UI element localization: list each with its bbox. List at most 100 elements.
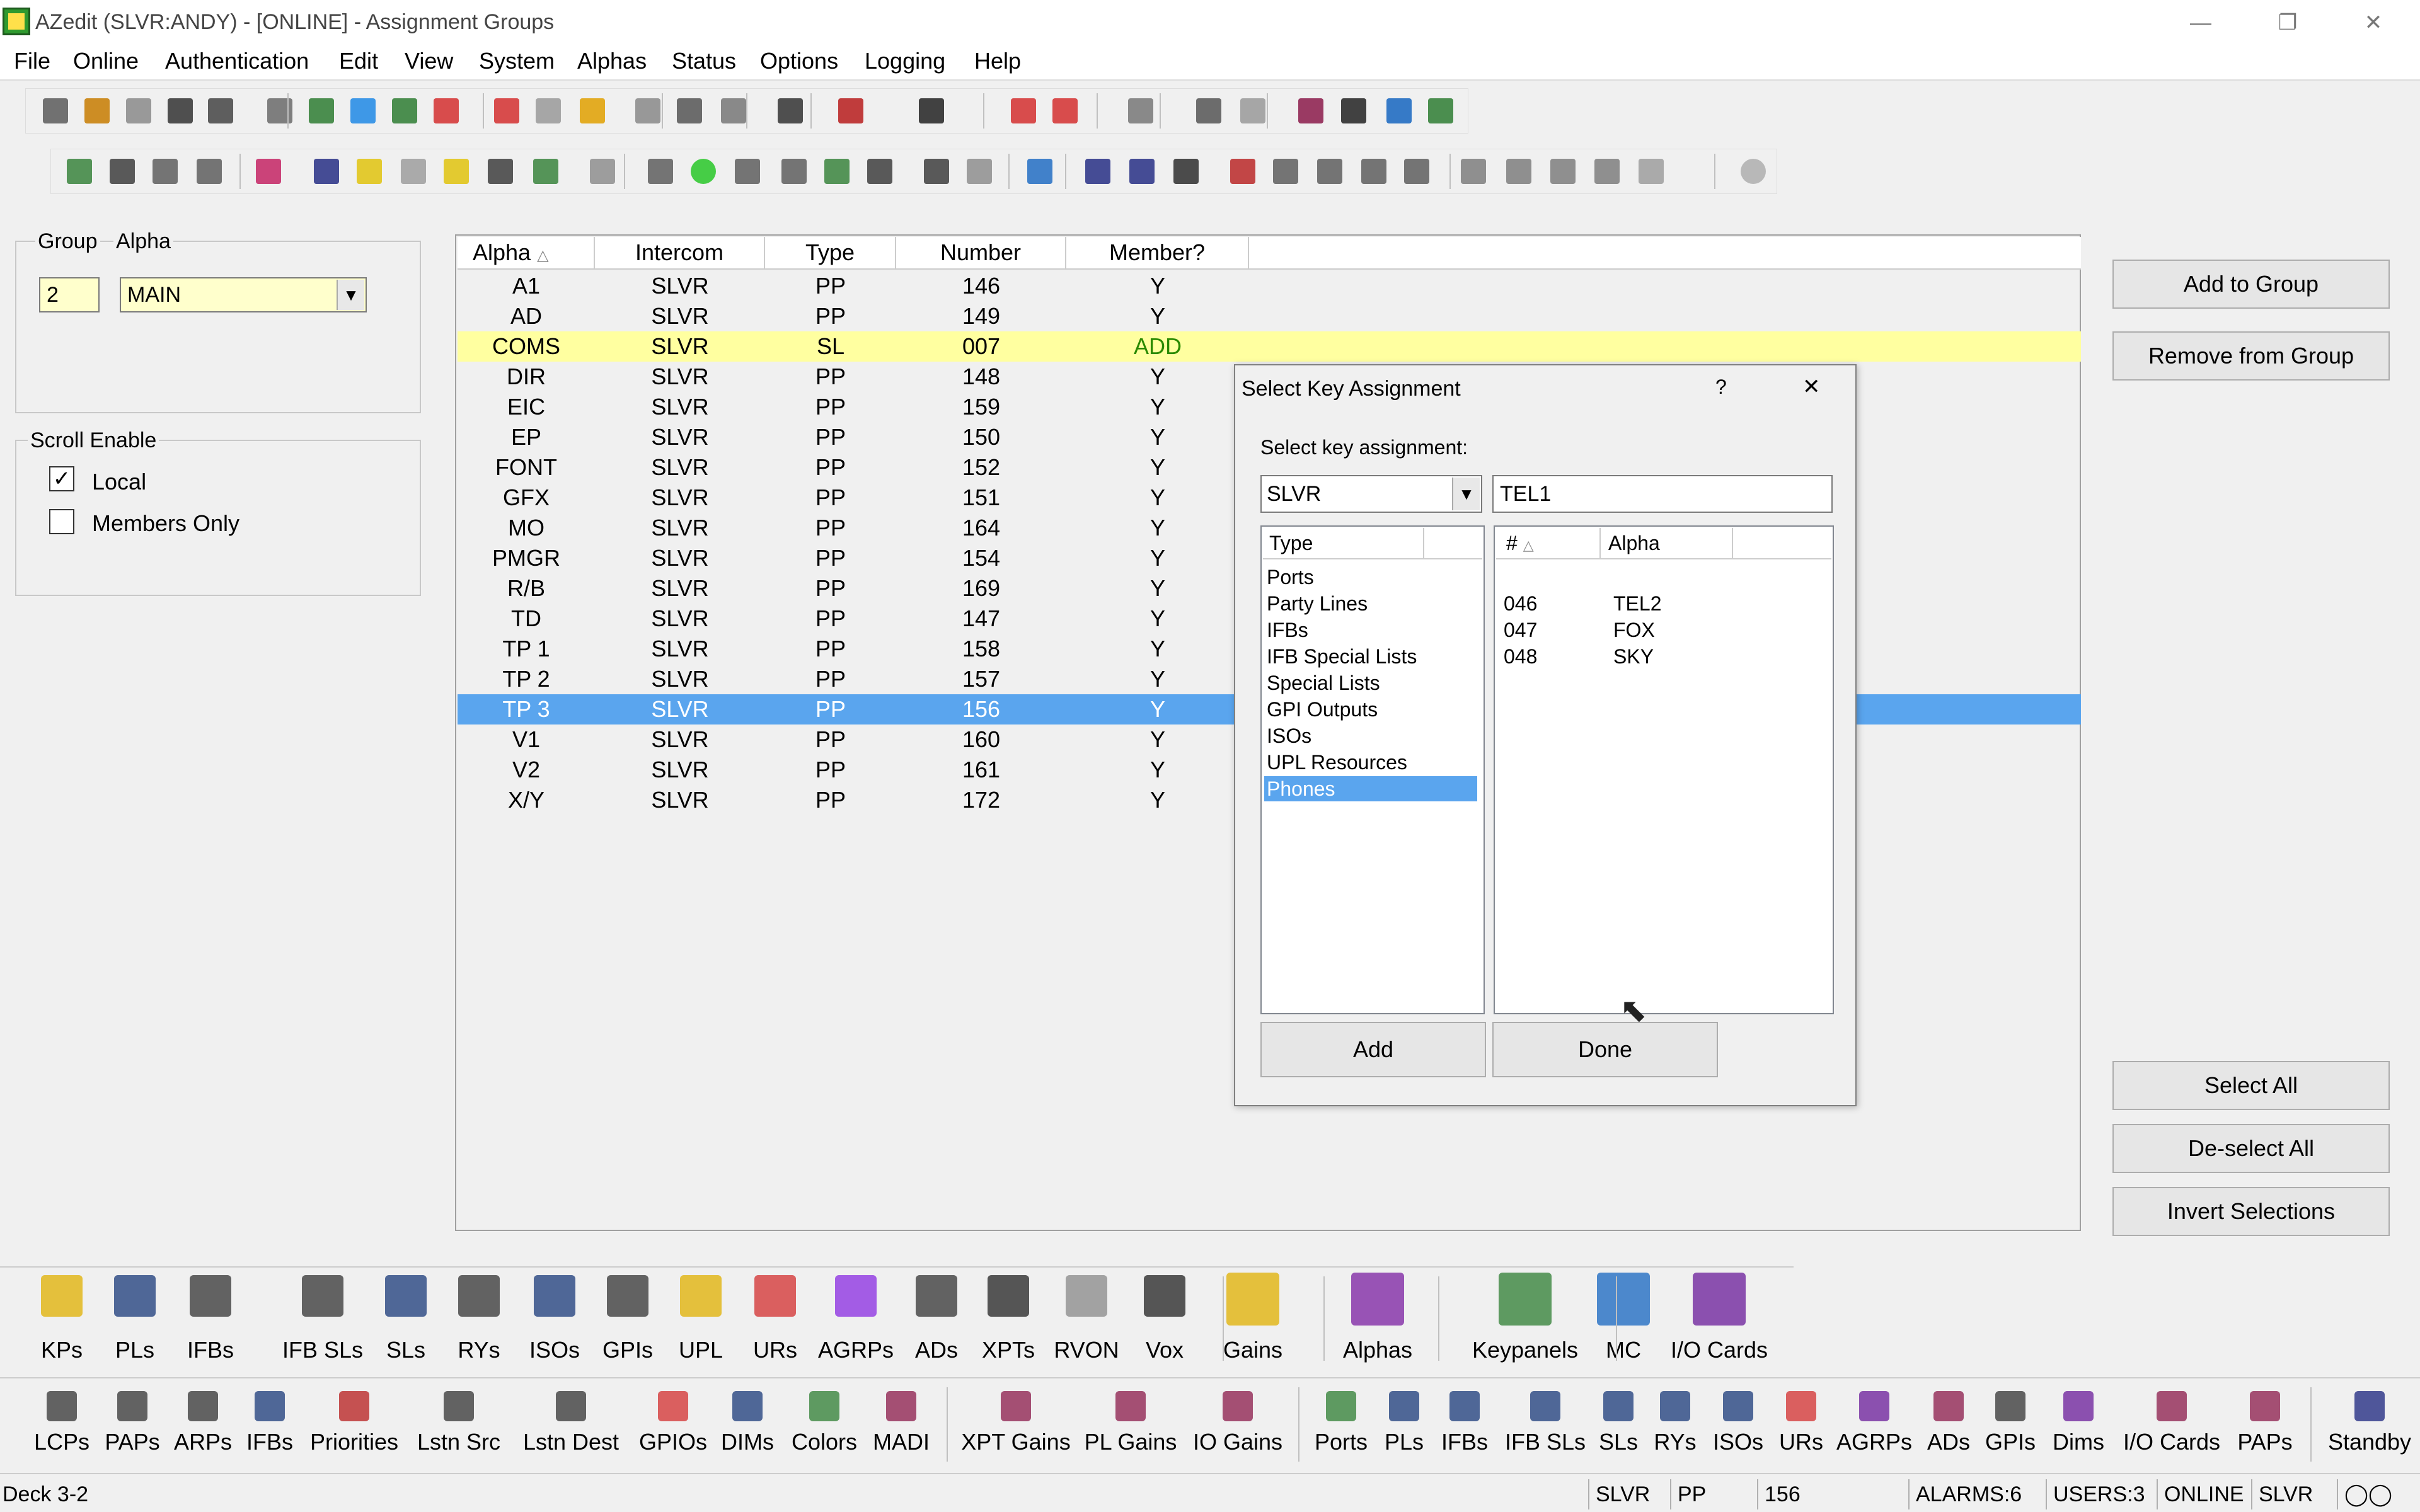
menu-help[interactable]: Help: [974, 48, 1021, 74]
secondary-toolbar-icon-23[interactable]: [1129, 159, 1155, 184]
secondary-toolbar-icon-16[interactable]: [781, 159, 807, 184]
alpha-header[interactable]: Alpha: [1601, 528, 1733, 558]
close-button[interactable]: ✕: [2336, 5, 2411, 40]
font-icon[interactable]: [919, 98, 944, 123]
download-icon[interactable]: [309, 98, 334, 123]
key-edit-icon[interactable]: [1240, 98, 1265, 123]
help-cursor-icon[interactable]: [1341, 98, 1366, 123]
export-icon[interactable]: [350, 98, 376, 123]
print-icon[interactable]: [208, 98, 233, 123]
alpha-combo[interactable]: MAIN ▼: [120, 277, 367, 312]
status-alarms[interactable]: ALARMS:6: [1908, 1479, 2047, 1509]
table-row[interactable]: A1 SLVR PP 146 Y: [458, 271, 2081, 301]
secondary-toolbar-icon-32[interactable]: [1550, 159, 1576, 184]
invert-selections-button[interactable]: Invert Selections: [2112, 1187, 2390, 1236]
secondary-toolbar-icon-33[interactable]: [1594, 159, 1620, 184]
table-row[interactable]: COMS SLVR SL 007 ADD: [458, 331, 2081, 362]
key-icon[interactable]: [1196, 98, 1221, 123]
menu-logging[interactable]: Logging: [865, 48, 945, 74]
type-item[interactable]: IFB Special Lists: [1267, 644, 1417, 669]
type-item[interactable]: ISOs: [1267, 723, 1311, 748]
delete-icon[interactable]: [434, 98, 459, 123]
minimize-button[interactable]: —: [2163, 5, 2238, 40]
redo-icon[interactable]: [536, 98, 561, 123]
copy-icon[interactable]: [677, 98, 702, 123]
upload-icon[interactable]: [267, 98, 292, 123]
back-icon[interactable]: [1011, 98, 1036, 123]
secondary-toolbar-icon-13[interactable]: [648, 159, 673, 184]
secondary-toolbar-icon-24[interactable]: [1173, 159, 1199, 184]
secondary-toolbar-icon-8[interactable]: [401, 159, 426, 184]
secondary-toolbar-icon-1[interactable]: [67, 159, 92, 184]
type-listbox[interactable]: Type Ports Party Lines IFBs IFB Special Lis…: [1260, 525, 1485, 1014]
done-button[interactable]: Done: [1492, 1022, 1718, 1077]
secondary-toolbar-icon-30[interactable]: [1461, 159, 1486, 184]
menu-alphas[interactable]: Alphas: [577, 48, 647, 74]
secondary-toolbar-icon-10[interactable]: [488, 159, 513, 184]
chevron-down-icon[interactable]: ▼: [337, 280, 364, 310]
secondary-toolbar-icon-35[interactable]: [1741, 159, 1766, 184]
open-icon[interactable]: [84, 98, 110, 123]
type-item[interactable]: Special Lists: [1267, 670, 1380, 696]
restore-button[interactable]: ❐: [2250, 5, 2325, 40]
secondary-toolbar-icon-29[interactable]: [1404, 159, 1429, 184]
secondary-toolbar-icon-27[interactable]: [1317, 159, 1342, 184]
secondary-toolbar-icon-15[interactable]: [735, 159, 760, 184]
secondary-toolbar-icon-34[interactable]: [1639, 159, 1664, 184]
type-item[interactable]: IFBs: [1267, 617, 1308, 643]
group-number-field[interactable]: 2: [39, 277, 100, 312]
menu-view[interactable]: View: [405, 48, 453, 74]
secondary-toolbar-icon-5[interactable]: [256, 159, 281, 184]
secondary-toolbar-icon-26[interactable]: [1273, 159, 1298, 184]
deselect-all-button[interactable]: De-select All: [2112, 1124, 2390, 1173]
secondary-toolbar-icon-19[interactable]: [924, 159, 949, 184]
local-checkbox[interactable]: ✓: [49, 466, 74, 491]
menu-edit[interactable]: Edit: [339, 48, 378, 74]
secondary-toolbar-icon-25[interactable]: [1230, 159, 1255, 184]
add-button[interactable]: Add: [1260, 1022, 1486, 1077]
chevron-down-icon[interactable]: ▼: [1452, 478, 1480, 510]
secondary-toolbar-icon-7[interactable]: [357, 159, 382, 184]
menu-options[interactable]: Options: [760, 48, 838, 74]
grid-icon[interactable]: [1428, 98, 1453, 123]
secondary-toolbar-icon-22[interactable]: [1085, 159, 1110, 184]
undo-icon[interactable]: [494, 98, 519, 123]
type-item[interactable]: Ports: [1267, 564, 1314, 590]
dialog-close-button[interactable]: ✕: [1802, 374, 1821, 399]
col-type[interactable]: Type: [765, 237, 896, 268]
secondary-toolbar-icon-2[interactable]: [110, 159, 135, 184]
secondary-toolbar-icon-18[interactable]: [867, 159, 892, 184]
secondary-toolbar-icon-11[interactable]: [533, 159, 558, 184]
send-icon[interactable]: [392, 98, 417, 123]
info-icon[interactable]: [1386, 98, 1412, 123]
secondary-toolbar-icon-9[interactable]: [444, 159, 469, 184]
table-row[interactable]: AD SLVR PP 149 Y: [458, 301, 2081, 331]
menu-file[interactable]: File: [14, 48, 50, 74]
search-input[interactable]: TEL1: [1492, 475, 1833, 513]
paste-icon[interactable]: [721, 98, 746, 123]
secondary-toolbar-icon-3[interactable]: [153, 159, 178, 184]
menu-authentication[interactable]: Authentication: [165, 48, 309, 74]
type-item[interactable]: UPL Resources: [1267, 750, 1407, 775]
secondary-toolbar-icon-17[interactable]: [824, 159, 850, 184]
type-item[interactable]: Phones: [1264, 776, 1477, 801]
num-header[interactable]: # △: [1496, 528, 1601, 558]
network-icon[interactable]: [1128, 98, 1153, 123]
clear-icon[interactable]: [580, 98, 605, 123]
forward-icon[interactable]: [1052, 98, 1078, 123]
secondary-toolbar-icon-14[interactable]: [691, 159, 716, 184]
menu-system[interactable]: System: [479, 48, 555, 74]
add-to-group-button[interactable]: Add to Group: [2112, 260, 2390, 309]
menu-online[interactable]: Online: [73, 48, 139, 74]
members-only-checkbox[interactable]: [49, 509, 74, 534]
secondary-toolbar-icon-31[interactable]: [1506, 159, 1531, 184]
type-item[interactable]: Party Lines: [1267, 591, 1368, 616]
intercom-select[interactable]: SLVR ▼: [1260, 475, 1482, 513]
remove-from-group-button[interactable]: Remove from Group: [2112, 331, 2390, 381]
search-icon[interactable]: [778, 98, 803, 123]
secondary-toolbar-icon-21[interactable]: [1027, 159, 1052, 184]
status-users[interactable]: USERS:3: [2046, 1479, 2157, 1509]
dialog-help-button[interactable]: ?: [1715, 375, 1727, 399]
col-member[interactable]: Member?: [1066, 237, 1249, 268]
col-alpha[interactable]: Alpha △: [458, 237, 595, 268]
